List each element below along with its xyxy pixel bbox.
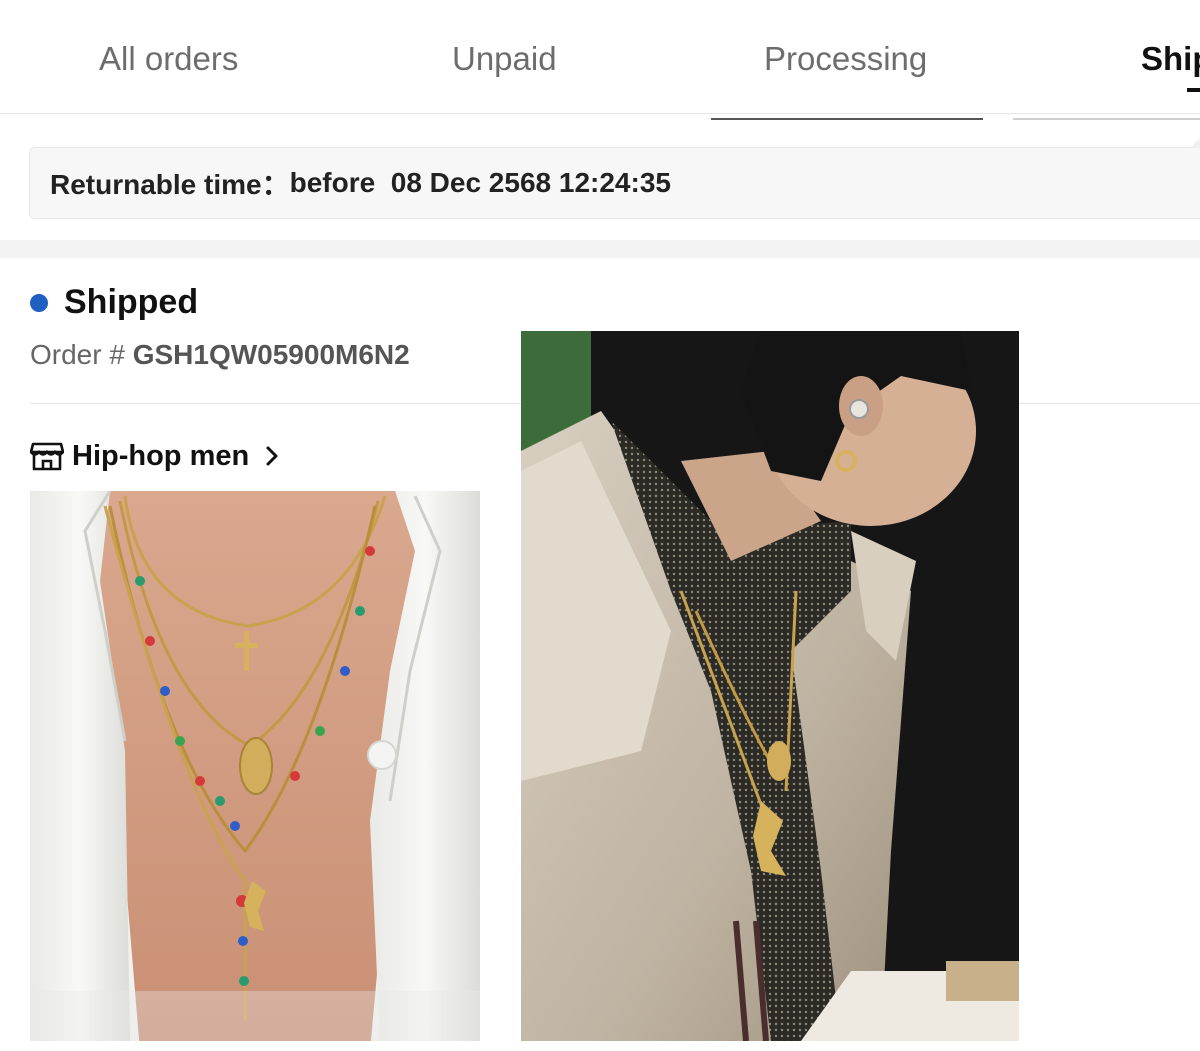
store-link[interactable]: Hip-hop men [30, 436, 279, 476]
section-separator [0, 240, 1200, 258]
overlay-edge [1013, 114, 1200, 120]
chevron-right-icon[interactable] [265, 445, 279, 467]
overlay-edge [711, 114, 983, 120]
tab-all-orders[interactable]: All orders [99, 40, 238, 78]
store-icon [30, 440, 64, 472]
active-tab-indicator [1187, 88, 1200, 92]
caret-decoration [1190, 138, 1200, 148]
order-number[interactable]: GSH1QW05900M6N2 [133, 339, 410, 370]
tab-processing[interactable]: Processing [764, 40, 927, 78]
tab-shipped[interactable]: Ship [1141, 40, 1200, 78]
order-tabs: All orders Unpaid Processing Ship [0, 0, 1200, 114]
tab-unpaid[interactable]: Unpaid [452, 40, 557, 78]
product-image[interactable] [30, 491, 480, 1041]
store-name[interactable]: Hip-hop men [72, 440, 249, 473]
order-number-label: Order # [30, 339, 133, 370]
status-dot-icon [30, 294, 48, 312]
order-status: Shipped [64, 283, 199, 321]
returnable-time-label: Returnable time： [50, 169, 290, 200]
returnable-time-value: before 08 Dec 2568 12:24:35 [289, 167, 671, 198]
order-number-line: Order # GSH1QW05900M6N2 [30, 339, 410, 371]
returnable-time-banner: Returnable time： before 08 Dec 2568 12:24… [29, 138, 1200, 219]
review-image[interactable] [521, 331, 1019, 1041]
